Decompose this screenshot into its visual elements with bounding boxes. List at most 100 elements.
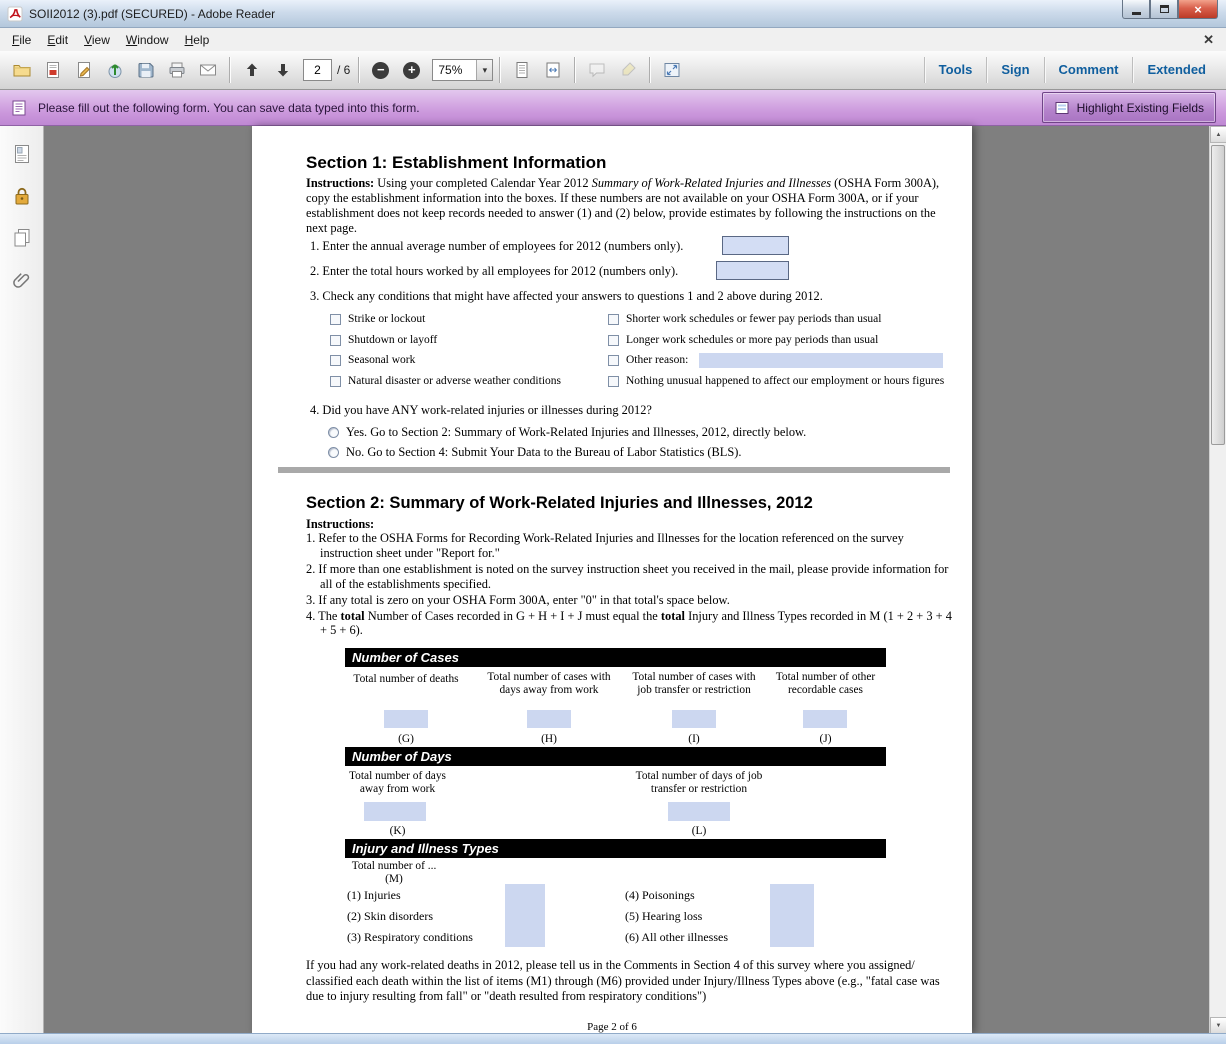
deaths-footnote: If you had any work-related deaths in 20… (306, 958, 954, 1005)
type-4-label: (4) Poisonings (625, 888, 695, 903)
seasonal-work-label: Seasonal work (348, 354, 415, 366)
page-number-input[interactable]: 2 (303, 59, 332, 81)
extended-panel-button[interactable]: Extended (1132, 57, 1220, 83)
seasonal-work-checkbox[interactable] (330, 355, 341, 366)
field-k-days-away[interactable] (364, 802, 426, 821)
status-bar (0, 1033, 1226, 1044)
field-j-other-cases[interactable] (803, 710, 847, 728)
security-settings-button[interactable] (7, 182, 37, 210)
scroll-up-icon: ▲ (1216, 132, 1222, 138)
field-m3-respiratory[interactable] (505, 926, 545, 947)
page-thumbnails-button[interactable] (7, 140, 37, 168)
zoom-level-control[interactable]: 75% ▾ (432, 59, 493, 81)
shutdown-layoff-label: Shutdown or layoff (348, 334, 437, 346)
menu-view[interactable]: View (76, 30, 118, 50)
letter-m: (M) (385, 873, 403, 885)
reading-mode-button[interactable] (657, 56, 686, 85)
open-button[interactable] (7, 56, 36, 85)
shorter-schedules-checkbox[interactable] (608, 314, 619, 325)
toolbar: 2 / 6 − + 75% ▾ Tools Sign Comment Exten… (0, 51, 1226, 90)
comment-panel-button[interactable]: Comment (1044, 57, 1133, 83)
field-m4-poisonings[interactable] (770, 884, 814, 905)
field-l-days-transfer[interactable] (668, 802, 730, 821)
shorter-schedules-label: Shorter work schedules or fewer pay peri… (626, 313, 881, 325)
maximize-icon (1160, 5, 1169, 13)
paperclip-icon (11, 269, 33, 291)
menu-edit[interactable]: Edit (39, 30, 76, 50)
next-page-button[interactable] (268, 56, 297, 85)
field-m6-other-illnesses[interactable] (770, 926, 814, 947)
days-col-l-label: Total number of days of job transfer or … (629, 770, 769, 797)
zoom-in-icon: + (403, 62, 420, 79)
highlight-fields-icon (1054, 100, 1070, 116)
pdf-page: Section 1: Establishment Information Ins… (252, 126, 972, 1034)
comment-bubble-icon (587, 60, 607, 80)
field-m2-skin-disorders[interactable] (505, 905, 545, 926)
field-m1-injuries[interactable] (505, 884, 545, 905)
yes-option-label: Yes. Go to Section 2: Summary of Work-Re… (346, 425, 806, 440)
close-window-button[interactable]: × (1178, 0, 1218, 19)
titlebar[interactable]: SOII2012 (3).pdf (SECURED) - Adobe Reade… (0, 0, 1226, 28)
strike-lockout-checkbox[interactable] (330, 314, 341, 325)
minimize-button[interactable] (1122, 0, 1150, 19)
pages-icon (11, 227, 33, 249)
menu-file[interactable]: File (4, 30, 39, 50)
other-reason-checkbox[interactable] (608, 355, 619, 366)
scroll-up-button[interactable]: ▲ (1210, 126, 1226, 143)
other-reason-field[interactable] (699, 353, 943, 368)
attachments-button[interactable] (7, 266, 37, 294)
share-upload-button[interactable] (100, 56, 129, 85)
other-reason-label: Other reason: (626, 354, 688, 366)
instructions-label: Instructions: (306, 176, 374, 190)
scrollbar-thumb[interactable] (1211, 145, 1225, 445)
nothing-unusual-checkbox[interactable] (608, 376, 619, 387)
maximize-button[interactable] (1150, 0, 1178, 19)
field-g-deaths[interactable] (384, 710, 428, 728)
zoom-in-button[interactable]: + (397, 56, 426, 85)
scroll-mode-button[interactable] (507, 56, 536, 85)
zoom-dropdown-button[interactable]: ▾ (476, 60, 492, 80)
injury-illness-types-header: Injury and Illness Types (345, 839, 886, 858)
vertical-scrollbar[interactable]: ▲ ▼ (1209, 126, 1226, 1034)
scroll-mode-icon (512, 60, 532, 80)
pages-button[interactable] (7, 224, 37, 252)
field-i-transfer-cases[interactable] (672, 710, 716, 728)
sign-panel-button[interactable]: Sign (986, 57, 1043, 83)
tools-button[interactable]: Tools (924, 57, 987, 83)
print-button[interactable] (162, 56, 191, 85)
highlight-existing-fields-button[interactable]: Highlight Existing Fields (1042, 92, 1216, 123)
shutdown-layoff-checkbox[interactable] (330, 335, 341, 346)
yes-radio[interactable] (328, 427, 339, 438)
convert-pdf-button[interactable] (38, 56, 67, 85)
section1-instructions: Instructions: Using your completed Calen… (306, 176, 954, 236)
zoom-level-value[interactable]: 75% (433, 60, 476, 80)
scroll-down-button[interactable]: ▼ (1210, 1017, 1226, 1034)
longer-schedules-checkbox[interactable] (608, 335, 619, 346)
menu-window[interactable]: Window (118, 30, 177, 50)
type-5-label: (5) Hearing loss (625, 909, 702, 924)
no-option-label: No. Go to Section 4: Submit Your Data to… (346, 445, 741, 460)
total-hours-field[interactable] (716, 261, 789, 280)
no-radio[interactable] (328, 447, 339, 458)
folder-open-icon (12, 60, 32, 80)
employees-2012-field[interactable] (722, 236, 789, 255)
zoom-out-button[interactable]: − (366, 56, 395, 85)
window-title: SOII2012 (3).pdf (SECURED) - Adobe Reade… (29, 7, 275, 21)
letter-h: (H) (481, 733, 617, 746)
save-button[interactable] (131, 56, 160, 85)
previous-page-button[interactable] (237, 56, 266, 85)
longer-schedules-label: Longer work schedules or more pay period… (626, 334, 878, 346)
close-document-icon[interactable]: ✕ (1203, 32, 1214, 48)
highlighter-icon (618, 60, 638, 80)
sticky-note-button[interactable] (582, 56, 611, 85)
fit-page-button[interactable] (538, 56, 567, 85)
field-m5-hearing-loss[interactable] (770, 905, 814, 926)
natural-disaster-checkbox[interactable] (330, 376, 341, 387)
menu-help[interactable]: Help (177, 30, 218, 50)
type-3-label: (3) Respiratory conditions (347, 930, 473, 945)
field-h-days-away-cases[interactable] (527, 710, 571, 728)
email-button[interactable] (193, 56, 222, 85)
highlight-text-button[interactable] (613, 56, 642, 85)
page-thumbnails-icon (11, 143, 33, 165)
fill-sign-button[interactable] (69, 56, 98, 85)
